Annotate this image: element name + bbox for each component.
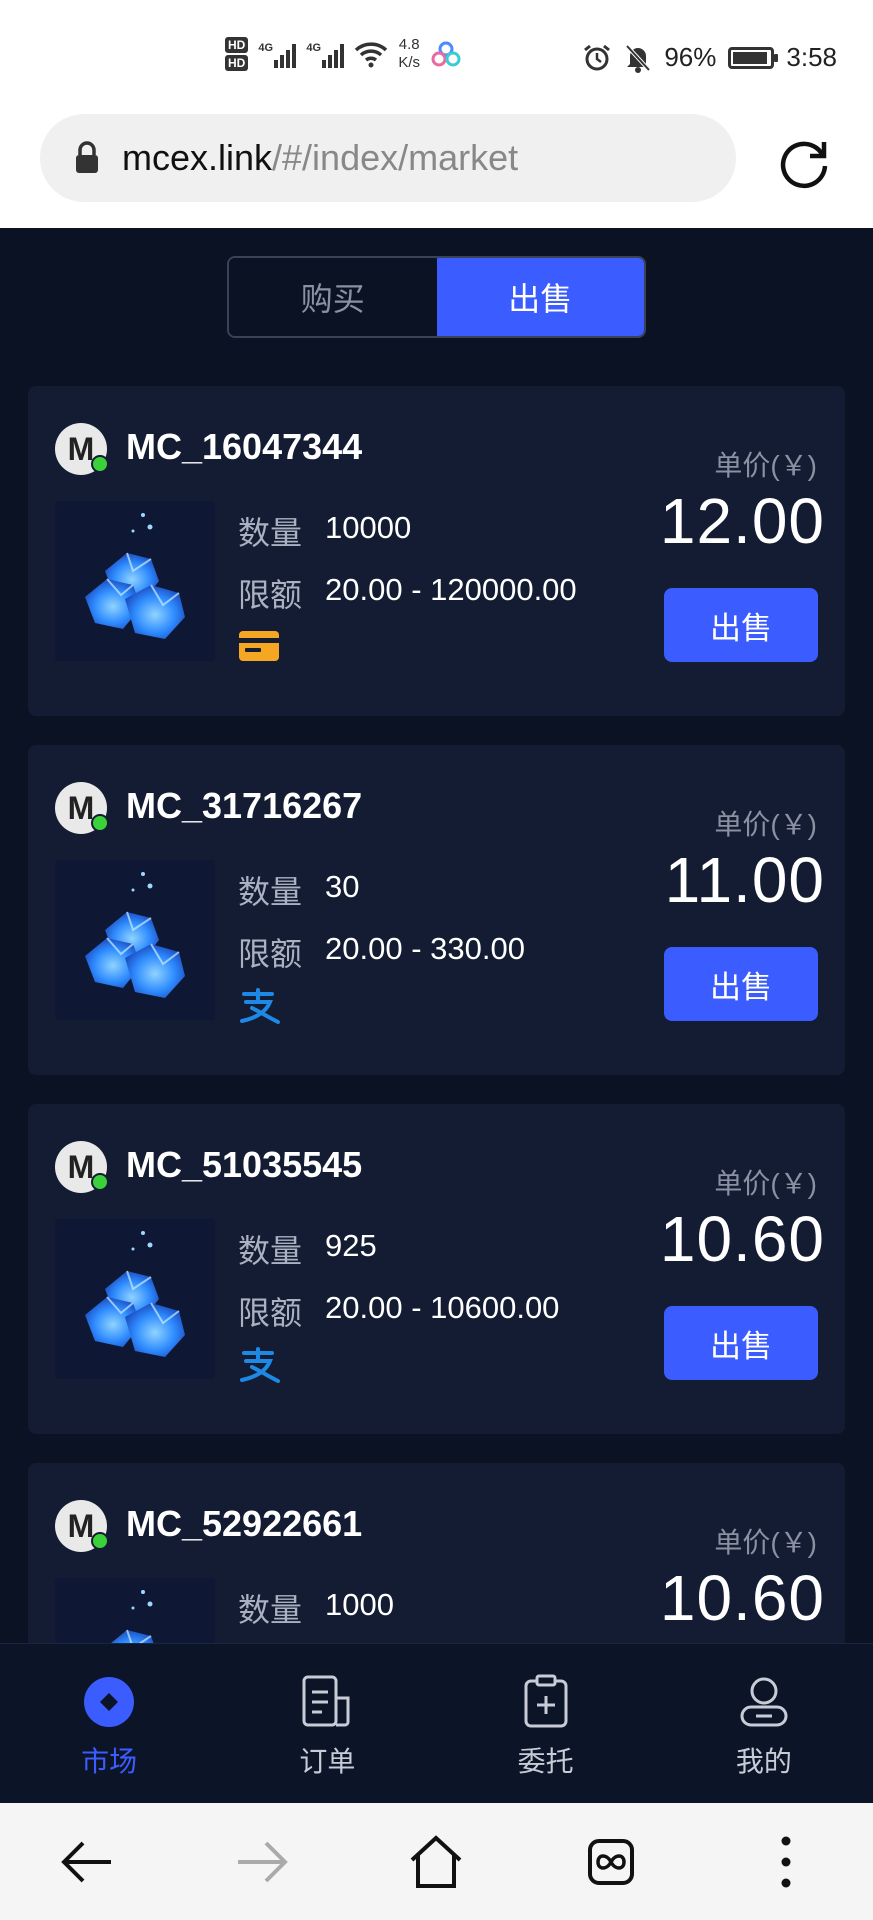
limit-label: 限额: [238, 936, 303, 972]
listing-card: M MC_16047344 数量 10000 限额 20.00 - 120000…: [28, 386, 845, 716]
sell-button[interactable]: 出售: [664, 1306, 818, 1380]
url-text: mcex.link/#/index/market: [122, 137, 518, 179]
avatar: M: [55, 423, 109, 475]
quantity-value: 925: [325, 1228, 377, 1263]
battery-percent: 96%: [664, 42, 717, 72]
tab-buy[interactable]: 购买: [229, 258, 437, 336]
forward-arrow-icon[interactable]: [227, 1827, 297, 1897]
status-right: 96% 3:58: [582, 42, 837, 73]
battery-icon: [728, 46, 779, 69]
diamond-image: [55, 1219, 215, 1379]
speed-unit: K/s: [398, 54, 421, 71]
username: MC_31716267: [126, 785, 363, 826]
online-dot: [91, 1173, 109, 1191]
limit-value: 20.00 - 330.00: [325, 931, 525, 966]
quantity-label: 数量: [238, 1233, 303, 1269]
diamond-image: [55, 860, 215, 1020]
quantity-label: 数量: [238, 515, 303, 551]
hd-indicators: HD HD: [225, 37, 249, 71]
sell-button[interactable]: 出售: [664, 947, 818, 1021]
network-speed: 4.8 K/s: [398, 36, 420, 72]
clock: 3:58: [786, 42, 837, 72]
tab-market-label: 市场: [81, 1746, 138, 1777]
address-field[interactable]: mcex.link/#/index/market: [40, 114, 736, 202]
alipay-icon: [238, 1347, 284, 1388]
status-bar: HD HD 4G 4G 4.8 K/s 96% 3:58: [0, 0, 873, 112]
orders-icon: [299, 1674, 355, 1730]
alipay-icon: [238, 988, 284, 1029]
avatar: M: [55, 782, 109, 834]
hd1-badge: HD: [225, 37, 249, 53]
username: MC_16047344: [126, 426, 363, 467]
tab-market[interactable]: 市场: [0, 1644, 218, 1803]
listing-card: M MC_51035545 数量 925 限额 20.00 - 10600.00…: [28, 1104, 845, 1434]
unit-price-label: 单价(￥): [714, 450, 817, 481]
tab-entrust-label: 委托: [517, 1746, 574, 1777]
unit-price-label: 单价(￥): [714, 1168, 817, 1199]
diamond-image: [55, 501, 215, 661]
price-value: 10.60: [659, 1203, 825, 1275]
bottom-tab-bar: 市场 订单 委托 我的: [0, 1643, 873, 1803]
home-icon[interactable]: [401, 1827, 471, 1897]
quantity-value: 1000: [325, 1587, 394, 1622]
username: MC_51035545: [126, 1144, 363, 1185]
tab-sell[interactable]: 出售: [436, 258, 644, 336]
url-host: mcex.link: [122, 137, 273, 178]
sell-button[interactable]: 出售: [664, 588, 818, 662]
unit-price-label: 单价(￥): [714, 809, 817, 840]
avatar: M: [55, 1141, 109, 1193]
tab-profile[interactable]: 我的: [655, 1644, 873, 1803]
signal1-icon: 4G: [258, 40, 297, 68]
entrust-icon: [518, 1674, 574, 1730]
hd2-badge: HD: [225, 55, 249, 71]
mute-bell-icon: [625, 44, 651, 73]
username: MC_52922661: [126, 1503, 363, 1544]
online-dot: [91, 814, 109, 832]
market-icon: [81, 1674, 137, 1730]
quantity-value: 30: [325, 869, 360, 904]
net1-label: 4G: [258, 42, 274, 54]
quantity-label: 数量: [238, 874, 303, 910]
browser-nav-bar: [0, 1803, 873, 1920]
avatar: M: [55, 1500, 109, 1552]
tabs-switcher-icon[interactable]: [576, 1827, 646, 1897]
unit-price-label: 单价(￥): [714, 1527, 817, 1558]
quantity-value: 10000: [325, 510, 412, 545]
wifi-icon: [355, 42, 388, 68]
listing-card: M MC_52922661 数量 1000 单价(￥) 10.60: [28, 1463, 845, 1643]
tab-orders-label: 订单: [299, 1746, 356, 1777]
reload-icon[interactable]: [776, 134, 832, 190]
more-menu-icon[interactable]: [751, 1827, 821, 1897]
bank-card-icon: [238, 629, 280, 668]
online-dot: [91, 1532, 109, 1550]
buy-sell-toggle: 购买 出售: [227, 256, 646, 338]
limit-label: 限额: [238, 577, 303, 613]
limit-value: 20.00 - 120000.00: [325, 572, 577, 607]
back-arrow-icon[interactable]: [52, 1827, 122, 1897]
speed-value: 4.8: [398, 36, 420, 53]
tab-orders[interactable]: 订单: [218, 1644, 436, 1803]
profile-icon: [736, 1674, 792, 1730]
quantity-label: 数量: [238, 1592, 303, 1628]
status-left: HD HD 4G 4G 4.8 K/s: [225, 36, 462, 72]
online-dot: [91, 455, 109, 473]
lock-icon: [76, 141, 98, 173]
signal2-icon: 4G: [306, 40, 345, 68]
url-path: /#/index/market: [272, 137, 519, 178]
cloud-app-icon: [431, 41, 461, 67]
browser-url-bar: mcex.link/#/index/market: [0, 112, 873, 228]
price-value: 12.00: [659, 485, 825, 557]
price-value: 10.60: [659, 1562, 825, 1634]
tab-entrust[interactable]: 委托: [437, 1644, 655, 1803]
diamond-image: [55, 1578, 215, 1643]
tab-profile-label: 我的: [735, 1746, 792, 1777]
net2-label: 4G: [306, 42, 322, 54]
alarm-icon: [584, 44, 611, 70]
limit-label: 限额: [238, 1295, 303, 1331]
price-value: 11.00: [664, 844, 825, 916]
limit-value: 20.00 - 10600.00: [325, 1290, 560, 1325]
listing-card: M MC_31716267 数量 30 限额 20.00 - 330.00 单价…: [28, 745, 845, 1075]
